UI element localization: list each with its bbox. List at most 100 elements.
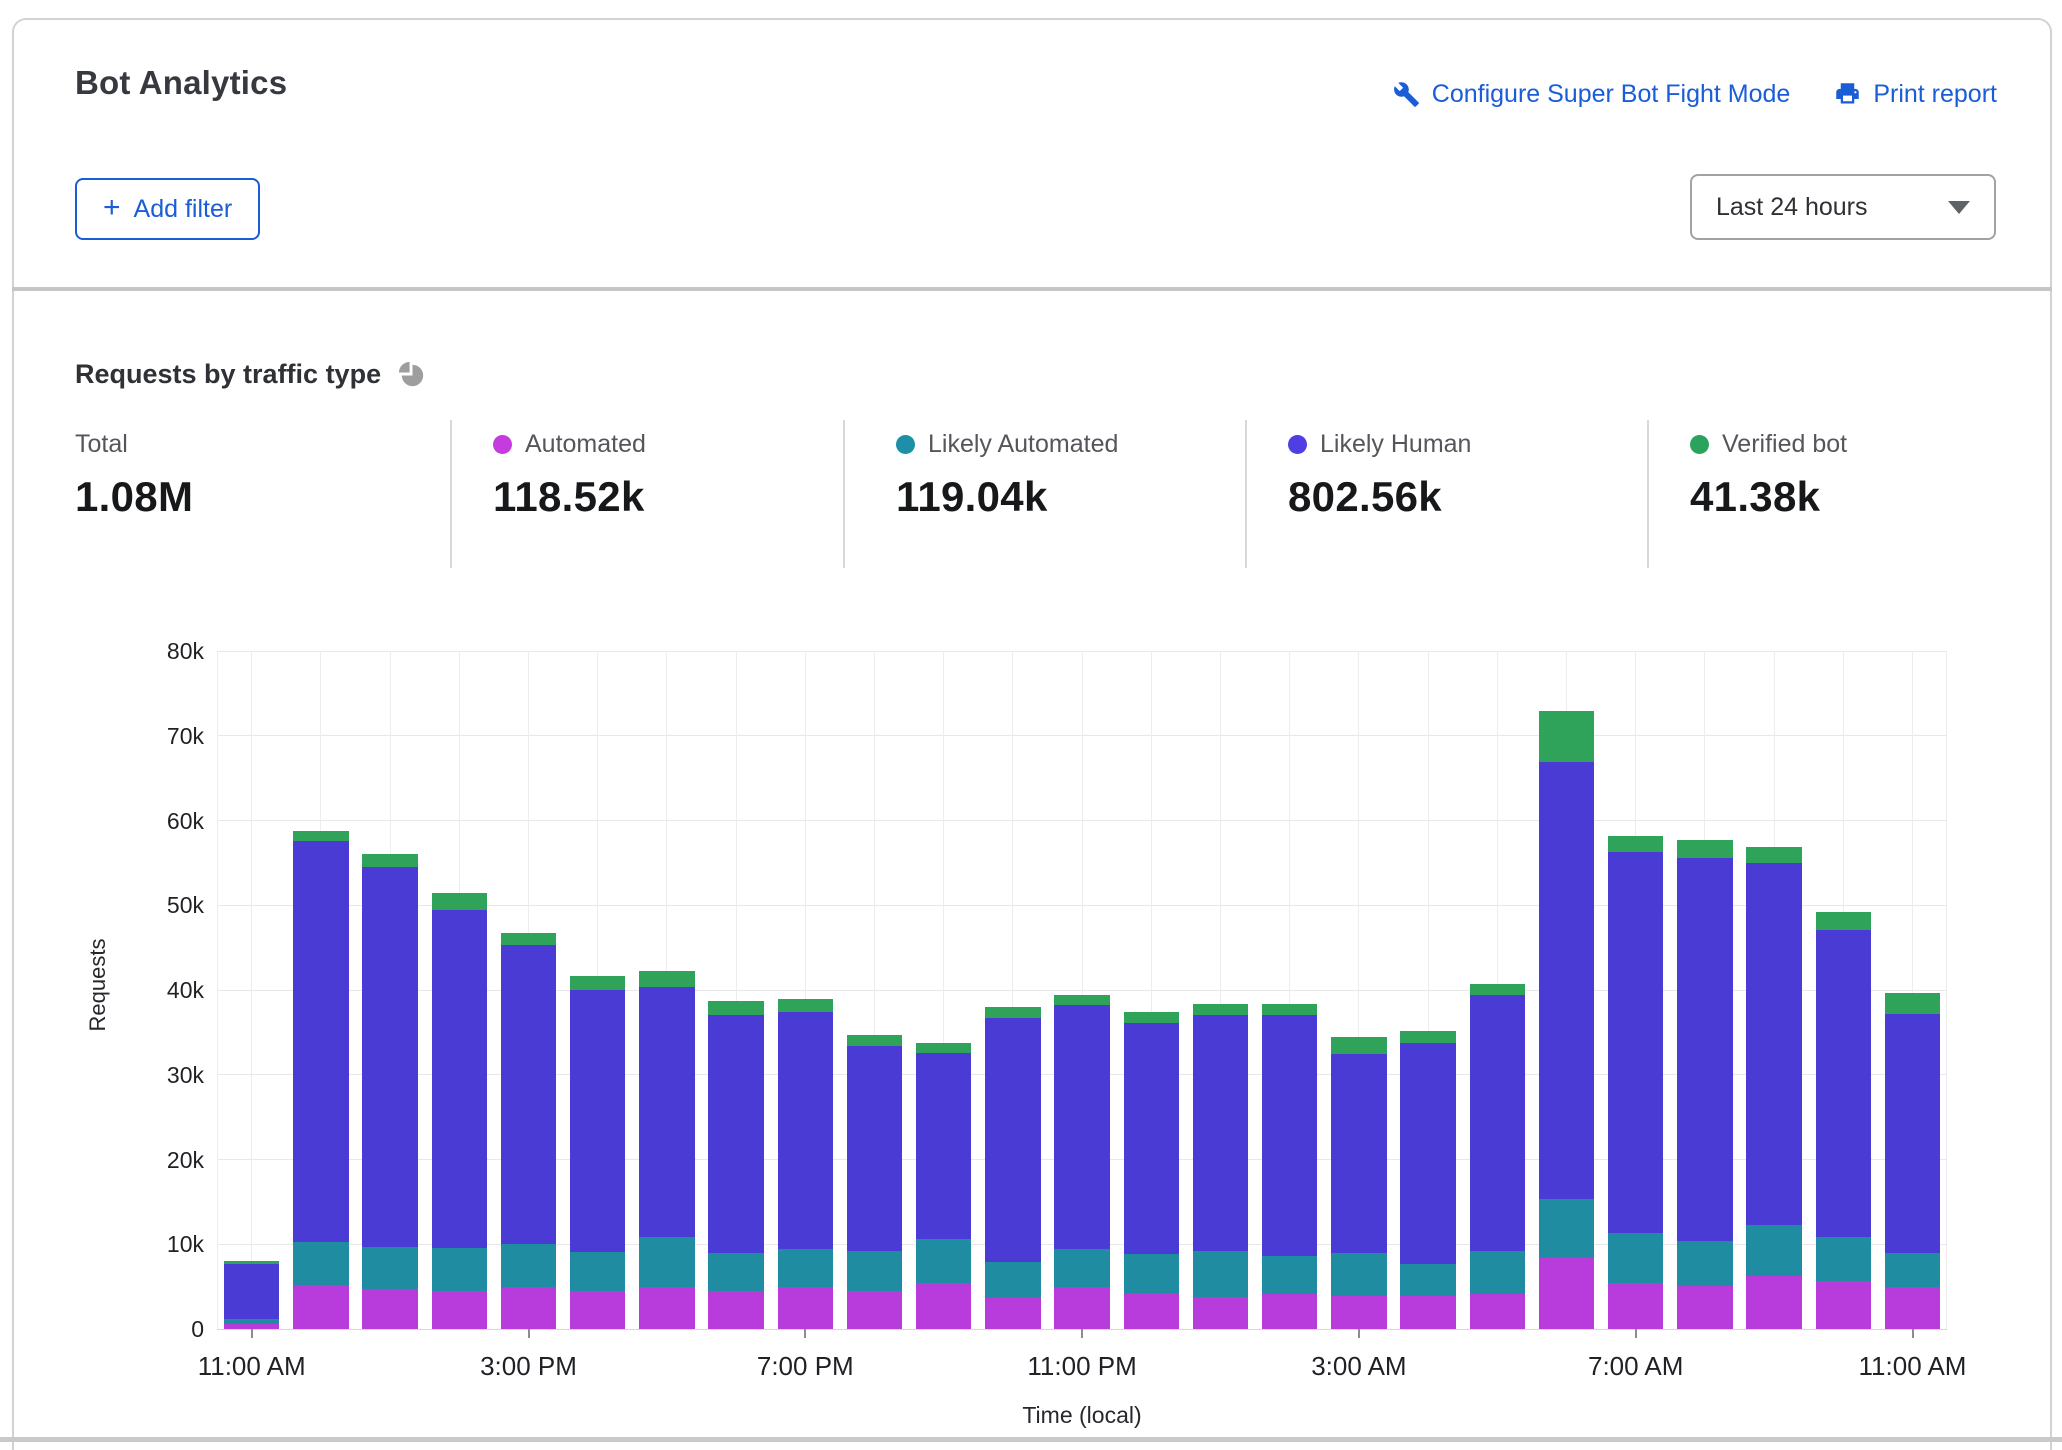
x-tick-mark: [251, 1329, 253, 1338]
y-tick-label: 30k: [94, 1062, 204, 1088]
wrench-icon: [1393, 81, 1420, 108]
y-tick-label: 40k: [94, 977, 204, 1003]
bar-segment-automated: [432, 1291, 487, 1329]
x-tick-label: 7:00 AM: [1526, 1351, 1746, 1382]
stat-likely-human-label: Likely Human: [1288, 430, 1471, 459]
bar-segment-automated: [778, 1287, 833, 1329]
bar-segment-likely-automated: [1470, 1251, 1525, 1294]
bar-segment-likely-automated: [1054, 1249, 1109, 1288]
stat-total-value: 1.08M: [75, 473, 193, 521]
x-tick-label: 11:00 AM: [1803, 1351, 2023, 1382]
bar-segment-likely-automated: [432, 1248, 487, 1291]
bar-segment-likely-human: [1746, 863, 1801, 1225]
bar-segment-verified-bot: [1124, 1012, 1179, 1023]
pie-chart-icon: [396, 358, 429, 391]
x-tick-mark: [528, 1329, 530, 1338]
bar-segment-likely-human: [708, 1015, 763, 1252]
bar-segment-likely-human: [224, 1264, 279, 1319]
bar-segment-automated: [1331, 1296, 1386, 1329]
section-title: Requests by traffic type: [75, 359, 381, 390]
bar-segment-automated: [362, 1289, 417, 1329]
bar-segment-automated: [1677, 1286, 1732, 1329]
bar-segment-likely-automated: [570, 1252, 625, 1291]
bar-segment-likely-automated: [224, 1319, 279, 1324]
bar-segment-automated: [1193, 1297, 1248, 1329]
bar-segment-likely-automated: [1262, 1256, 1317, 1294]
bar-segment-likely-automated: [1608, 1233, 1663, 1283]
header-divider: [12, 287, 2052, 291]
bar-segment-verified-bot: [1746, 847, 1801, 863]
stat-automated: Automated 118.52k: [493, 430, 646, 521]
likely-automated-legend-dot-icon: [896, 435, 915, 454]
time-range-value: Last 24 hours: [1716, 193, 1868, 222]
bar-segment-likely-human: [1816, 930, 1871, 1238]
bar-segment-likely-human: [432, 910, 487, 1248]
bar-segment-likely-automated: [1677, 1241, 1732, 1286]
verified-bot-legend-dot-icon: [1690, 435, 1709, 454]
bar-segment-automated: [639, 1287, 694, 1329]
bar-segment-likely-human: [1539, 762, 1594, 1199]
plus-icon: +: [103, 193, 121, 223]
bar-segment-likely-human: [778, 1012, 833, 1249]
bar-segment-likely-human: [1331, 1054, 1386, 1253]
bar-segment-likely-human: [570, 990, 625, 1252]
bar-segment-likely-human: [639, 987, 694, 1237]
x-tick-label: 3:00 PM: [419, 1351, 639, 1382]
configure-super-bot-fight-mode-link[interactable]: Configure Super Bot Fight Mode: [1393, 80, 1791, 109]
x-tick-mark: [1358, 1329, 1360, 1338]
bar-segment-verified-bot: [1885, 993, 1940, 1013]
x-tick-mark: [1081, 1329, 1083, 1338]
bar-segment-likely-automated: [1400, 1264, 1455, 1296]
bar-segment-verified-bot: [432, 893, 487, 909]
bar-segment-automated: [501, 1287, 556, 1329]
bar-segment-verified-bot: [362, 854, 417, 867]
bar-segment-automated: [708, 1291, 763, 1329]
likely-human-legend-dot-icon: [1288, 435, 1307, 454]
time-range-select[interactable]: Last 24 hours: [1690, 174, 1996, 240]
print-report-link[interactable]: Print report: [1834, 80, 1997, 109]
bar-segment-verified-bot: [1400, 1031, 1455, 1044]
bar-segment-likely-human: [1124, 1023, 1179, 1254]
stat-likely-automated-label: Likely Automated: [896, 430, 1118, 459]
bar-segment-verified-bot: [1539, 711, 1594, 762]
bar-segment-automated: [1816, 1281, 1871, 1329]
bar-segment-verified-bot: [1262, 1004, 1317, 1014]
stat-automated-value: 118.52k: [493, 473, 646, 521]
bar-segment-automated: [293, 1285, 348, 1329]
stat-divider: [1245, 420, 1247, 568]
bar-segment-automated: [1054, 1287, 1109, 1329]
bar-segment-likely-automated: [293, 1242, 348, 1285]
add-filter-button[interactable]: + Add filter: [75, 178, 260, 240]
stat-total-label: Total: [75, 430, 193, 459]
bar-segment-verified-bot: [1331, 1037, 1386, 1053]
bar-segment-verified-bot: [1816, 912, 1871, 930]
stat-divider: [450, 420, 452, 568]
chevron-down-icon: [1948, 201, 1970, 214]
bar-segment-automated: [1400, 1296, 1455, 1329]
bar-segment-verified-bot: [708, 1001, 763, 1015]
bar-segment-likely-automated: [778, 1249, 833, 1287]
bar-segment-likely-human: [916, 1053, 971, 1239]
bar-segment-likely-human: [293, 841, 348, 1242]
add-filter-label: Add filter: [134, 195, 233, 224]
bar-segment-likely-automated: [1124, 1254, 1179, 1292]
bar-segment-automated: [1470, 1294, 1525, 1329]
bar-segment-likely-automated: [1331, 1253, 1386, 1296]
bar-segment-verified-bot: [1608, 836, 1663, 852]
bar-segment-likely-automated: [847, 1251, 902, 1291]
bar-segment-automated: [1539, 1258, 1594, 1329]
bar-segment-automated: [1124, 1293, 1179, 1329]
printer-icon: [1834, 81, 1861, 108]
stat-likely-automated-value: 119.04k: [896, 473, 1118, 521]
bar-segment-likely-human: [985, 1018, 1040, 1262]
stat-likely-human-value: 802.56k: [1288, 473, 1471, 521]
bar-segment-verified-bot: [501, 933, 556, 945]
bar-segment-verified-bot: [224, 1261, 279, 1264]
bar-segment-likely-automated: [1193, 1251, 1248, 1297]
print-link-label: Print report: [1873, 80, 1997, 109]
bottom-divider: [0, 1437, 2062, 1442]
bar-segment-automated: [1885, 1287, 1940, 1329]
bar-segment-likely-human: [1470, 995, 1525, 1251]
x-tick-label: 11:00 PM: [972, 1351, 1192, 1382]
bot-analytics-card: Bot Analytics Configure Super Bot Fight …: [12, 18, 2052, 1450]
